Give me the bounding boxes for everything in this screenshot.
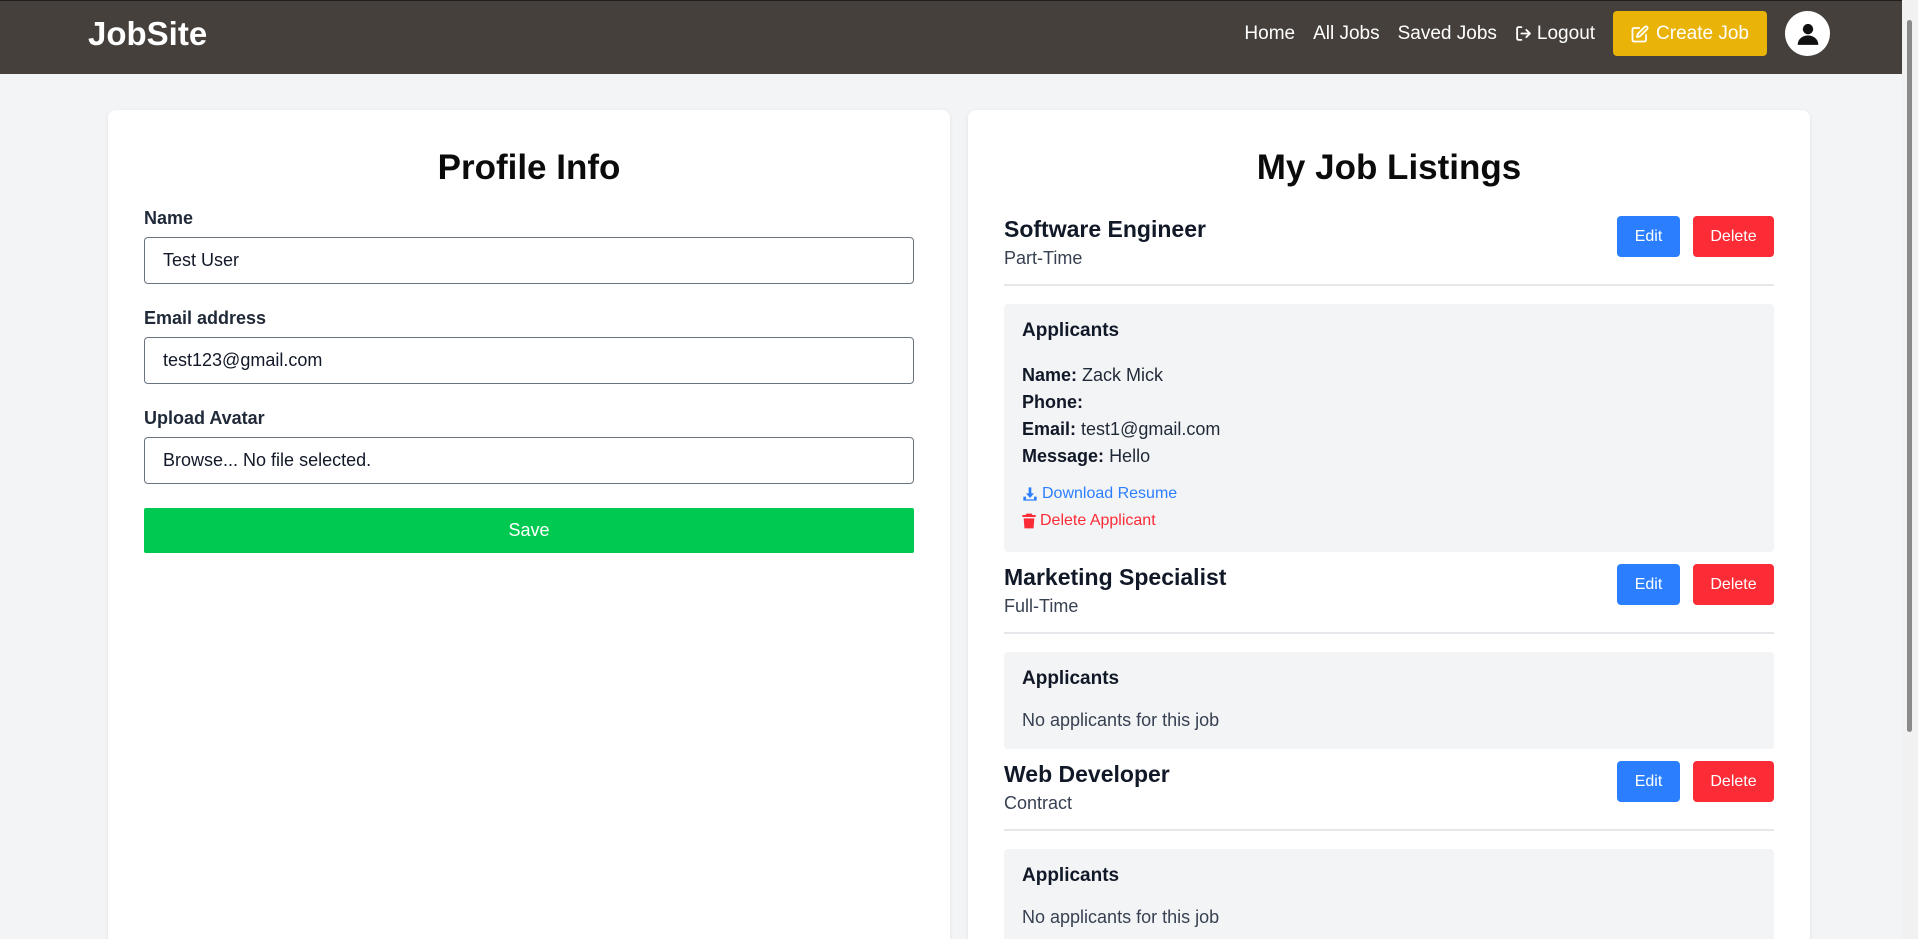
applicant-message-value: Hello <box>1109 446 1151 466</box>
job-header: Marketing Specialist Full-Time Edit Dele… <box>1004 564 1774 634</box>
job-type: Contract <box>1004 793 1073 813</box>
edit-square-icon <box>1631 25 1649 42</box>
edit-job-button[interactable]: Edit <box>1617 216 1680 257</box>
applicant-name-label: Name: <box>1022 365 1078 385</box>
browse-button[interactable]: Browse... <box>163 450 238 471</box>
applicants-heading: Applicants <box>1022 865 1120 886</box>
name-label: Name <box>144 208 194 228</box>
job-listings-card: My Job Listings Software Engineer Part-T… <box>968 110 1810 939</box>
no-applicants-text: No applicants for this job <box>1022 907 1220 927</box>
nav-link-saved-jobs[interactable]: Saved Jobs <box>1398 23 1497 45</box>
applicants-panel: Applicants No applicants for this job <box>1004 849 1774 939</box>
delete-job-button[interactable]: Delete <box>1693 761 1774 802</box>
profile-title: Profile Info <box>437 148 621 187</box>
applicant-name-value: Zack Mick <box>1082 365 1164 385</box>
create-job-label: Create Job <box>1656 22 1749 44</box>
job-title: Marketing Specialist <box>1004 564 1227 590</box>
nav-links: Home All Jobs Saved Jobs Logout Create J… <box>1226 11 1830 56</box>
edit-job-button[interactable]: Edit <box>1617 564 1680 605</box>
job-listings-title: My Job Listings <box>1256 148 1522 187</box>
applicants-panel: Applicants No applicants for this job <box>1004 652 1774 749</box>
applicant-name: Name: Zack Mick <box>1022 362 1756 389</box>
save-button[interactable]: Save <box>144 508 914 553</box>
applicants-heading: Applicants <box>1022 320 1120 341</box>
job-list: Software Engineer Part-Time Edit Delete … <box>1004 216 1774 939</box>
edit-job-button[interactable]: Edit <box>1617 761 1680 802</box>
no-applicants-text: No applicants for this job <box>1022 710 1220 730</box>
job-header: Web Developer Contract Edit Delete <box>1004 761 1774 831</box>
page-scrollbar[interactable] <box>1902 0 1918 939</box>
avatar-file-input[interactable]: Browse... No file selected. <box>144 437 914 484</box>
profile-form: Name Test User Email address test123@gma… <box>144 208 914 553</box>
applicant-email: Email: test1@gmail.com <box>1022 416 1756 443</box>
file-status: No file selected. <box>243 450 372 470</box>
logout-label: Logout <box>1536 22 1596 44</box>
profile-card: Profile Info Name Test User Email addres… <box>108 110 950 939</box>
job-header: Software Engineer Part-Time Edit Delete <box>1004 216 1774 286</box>
applicant-email-value: test1@gmail.com <box>1081 419 1221 439</box>
scrollbar-thumb[interactable] <box>1907 20 1912 732</box>
job-type: Full-Time <box>1004 596 1079 616</box>
applicant-phone-label: Phone: <box>1022 392 1083 412</box>
name-input[interactable]: Test User <box>144 237 914 284</box>
applicant-phone: Phone: <box>1022 389 1756 416</box>
delete-applicant-link[interactable]: Delete Applicant <box>1022 507 1756 534</box>
download-resume-label: Download Resume <box>1042 485 1178 502</box>
job-type: Part-Time <box>1004 248 1083 268</box>
brand-logo[interactable]: JobSite <box>88 15 207 53</box>
nav-link-all-jobs[interactable]: All Jobs <box>1313 23 1380 45</box>
user-icon <box>1797 23 1818 45</box>
download-resume-link[interactable]: Download Resume <box>1022 480 1756 507</box>
applicants-panel: Applicants Name: Zack Mick Phone: Email:… <box>1004 304 1774 552</box>
job-title: Web Developer <box>1004 761 1170 787</box>
applicant-message: Message: Hello <box>1022 443 1756 470</box>
logout-icon <box>1516 26 1531 41</box>
top-navbar: JobSite Home All Jobs Saved Jobs Logout … <box>0 0 1918 74</box>
job-item: Web Developer Contract Edit Delete Appli… <box>1004 761 1774 939</box>
email-label: Email address <box>144 308 267 328</box>
avatar-upload-label: Upload Avatar <box>144 408 265 428</box>
applicants-heading: Applicants <box>1022 668 1120 689</box>
user-avatar-button[interactable] <box>1785 11 1830 56</box>
delete-applicant-label: Delete Applicant <box>1040 512 1156 529</box>
nav-link-logout[interactable]: Logout <box>1515 23 1595 45</box>
trash-icon <box>1022 513 1036 528</box>
delete-job-button[interactable]: Delete <box>1693 564 1774 605</box>
applicant-email-label: Email: <box>1022 419 1077 439</box>
delete-job-button[interactable]: Delete <box>1693 216 1774 257</box>
create-job-button[interactable]: Create Job <box>1613 11 1767 56</box>
nav-link-home[interactable]: Home <box>1244 23 1295 45</box>
job-item: Marketing Specialist Full-Time Edit Dele… <box>1004 564 1774 749</box>
email-input[interactable]: test123@gmail.com <box>144 337 914 384</box>
download-icon <box>1023 486 1037 501</box>
job-item: Software Engineer Part-Time Edit Delete … <box>1004 216 1774 552</box>
job-title: Software Engineer <box>1004 216 1206 242</box>
applicant-message-label: Message: <box>1022 446 1105 466</box>
